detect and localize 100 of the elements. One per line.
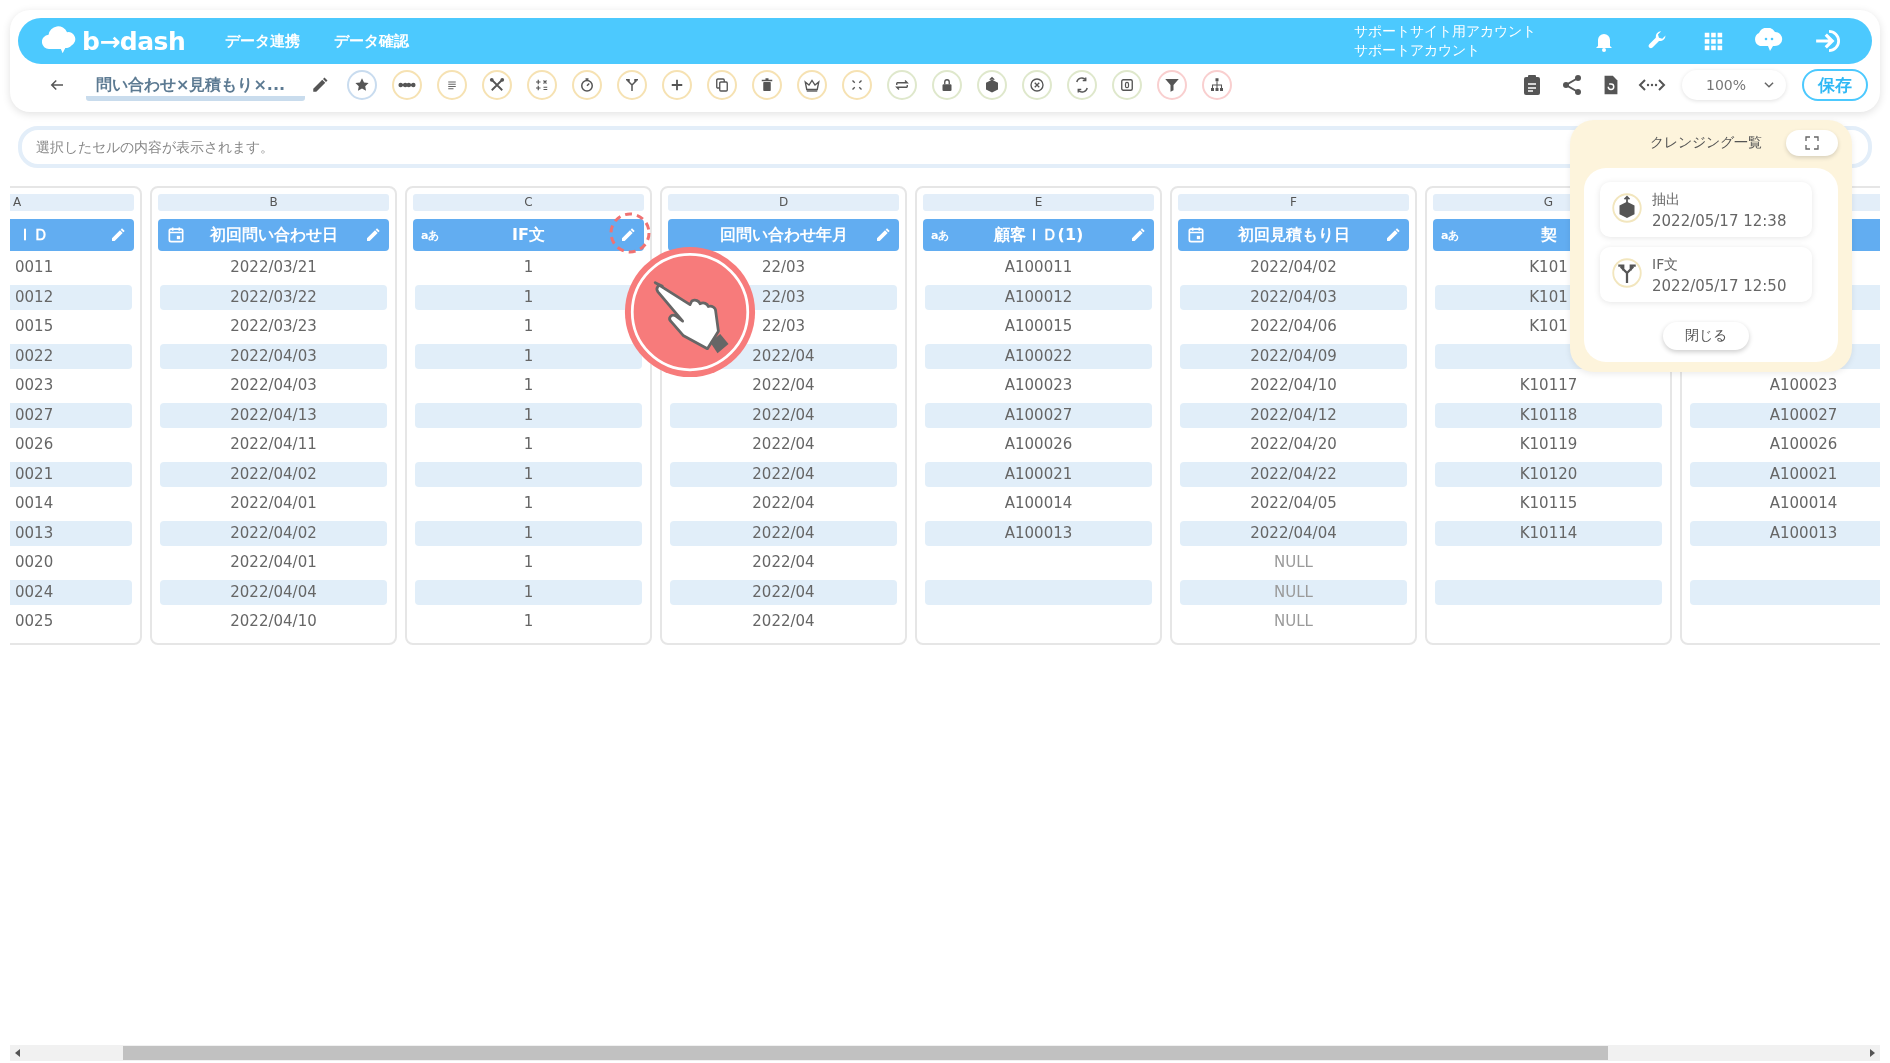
column-letter: D — [668, 194, 899, 211]
column-header[interactable]: ＩＤ — [10, 219, 134, 251]
table-cell: 2022/04/13 — [230, 405, 317, 424]
scroll-left-arrow-icon[interactable] — [15, 1049, 20, 1057]
table-cell: 2022/04/12 — [1250, 405, 1337, 424]
tool-button[interactable] — [707, 70, 738, 100]
table-cell: A100027 — [1769, 405, 1838, 424]
column-name: 回問い合わせ年月 — [718, 224, 849, 246]
table-cell: 1 — [523, 346, 534, 365]
table-cell: 2022/04/06 — [1250, 317, 1337, 335]
tool-button[interactable] — [1157, 70, 1188, 100]
tool-button[interactable] — [662, 70, 693, 100]
column-header[interactable]: aあ IF文 — [413, 219, 644, 251]
tool-button[interactable] — [527, 70, 558, 100]
tool-button[interactable] — [797, 70, 828, 100]
table-cell: 1 — [523, 287, 534, 306]
tool-button[interactable] — [617, 70, 648, 100]
table-cell: K10115 — [1519, 494, 1578, 512]
table-cell: 2022/04 — [752, 464, 815, 483]
table-cell: 0012 — [15, 287, 54, 306]
tool-button[interactable] — [392, 70, 423, 100]
table-cell: 2022/04/03 — [230, 376, 317, 394]
tool-button[interactable] — [1022, 70, 1053, 100]
tool-button[interactable] — [977, 70, 1008, 100]
expand-button[interactable] — [1786, 130, 1838, 156]
table-cell: NULL — [1274, 612, 1313, 630]
table-cell: K101 — [1529, 287, 1568, 306]
table-cell: 1 — [523, 523, 534, 542]
tool-button[interactable] — [932, 70, 963, 100]
table-cell: 2022/04/09 — [1250, 346, 1337, 365]
scroll-right-arrow-icon[interactable] — [1870, 1049, 1875, 1057]
column-header[interactable]: aあ 顧客ＩＤ(1) — [923, 219, 1154, 251]
table-cell: 2022/04/01 — [230, 494, 317, 512]
table-cell: 2022/04/04 — [230, 582, 317, 601]
nav-link[interactable]: データ連携 — [225, 31, 301, 51]
table-cell: 2022/04/11 — [230, 435, 317, 453]
table-cell: 22/03 — [761, 287, 806, 306]
tool-button[interactable] — [1112, 70, 1143, 100]
table-cell: NULL — [1274, 582, 1313, 601]
table-cell: A100014 — [1004, 494, 1073, 512]
text-type-label: aあ — [421, 227, 440, 243]
close-button[interactable]: 閉じる — [1663, 322, 1749, 350]
table-cell: 22/03 — [761, 258, 806, 276]
tools-icon — [488, 76, 507, 94]
scrollbar-thumb[interactable] — [123, 1046, 1608, 1060]
save-button[interactable]: 保存 — [1802, 69, 1868, 101]
tool-button[interactable] — [482, 70, 513, 100]
cleansing-item[interactable]: 抽出 2022/05/17 12:38 — [1600, 182, 1812, 237]
box-icon — [1612, 192, 1642, 223]
tool-button[interactable] — [752, 70, 783, 100]
table-cell: A100014 — [1769, 494, 1838, 512]
flow-title[interactable]: 問い合わせ×見積もり×... — [86, 75, 306, 101]
table-cell: 22/03 — [761, 317, 806, 335]
table-cell: 2022/04/20 — [1250, 435, 1337, 453]
text-type-label: aあ — [1441, 227, 1460, 243]
table-cell: 0020 — [15, 553, 54, 571]
table-cell: 1 — [523, 435, 534, 453]
column-header[interactable]: 初回問い合わせ日 — [158, 219, 389, 251]
logo-text: b→dash — [82, 26, 186, 56]
table-cell: 2022/03/22 — [230, 287, 317, 306]
column-name: 契 — [1539, 224, 1558, 246]
cleansing-name: IF文 — [1652, 254, 1680, 274]
table-cell: A100021 — [1004, 464, 1073, 483]
horizontal-scrollbar[interactable] — [10, 1045, 1880, 1061]
table-cell: A100023 — [1769, 376, 1838, 394]
column-header[interactable]: 回問い合わせ年月 — [668, 219, 899, 251]
table-cell: NULL — [1274, 553, 1313, 571]
table-cell: 0024 — [15, 582, 54, 601]
table-cell: 2022/04 — [752, 346, 815, 365]
tool-button[interactable] — [1202, 70, 1233, 100]
tool-button[interactable] — [887, 70, 918, 100]
table-cell: 2022/04/03 — [230, 346, 317, 365]
cleansing-item[interactable]: IF文 2022/05/17 12:50 — [1600, 247, 1812, 302]
share-icon[interactable] — [1560, 73, 1584, 97]
zoom-select[interactable]: 100% — [1682, 70, 1786, 100]
table-cell: 2022/03/21 — [230, 258, 317, 276]
table-cell: 2022/04/22 — [1250, 464, 1337, 483]
pencil-icon[interactable] — [311, 76, 330, 94]
column-name: ＩＤ — [17, 224, 50, 246]
table-cell: 0021 — [15, 464, 54, 483]
table-cell: 0022 — [15, 346, 54, 365]
table-cell: 2022/04/10 — [1250, 376, 1337, 394]
table-cell: A100021 — [1769, 464, 1838, 483]
column-letter: A — [10, 194, 134, 211]
table-cell: A100027 — [1004, 405, 1073, 424]
tool-button[interactable] — [1067, 70, 1098, 100]
table-cell: 0014 — [15, 494, 54, 512]
table-cell: A100026 — [1769, 435, 1838, 453]
table-cell: 1 — [523, 494, 534, 512]
table-cell: A100013 — [1769, 523, 1838, 542]
tool-button[interactable] — [572, 70, 603, 100]
column-header[interactable]: 初回見積もり日 — [1178, 219, 1409, 251]
tool-button[interactable] — [347, 70, 378, 100]
table-cell: 2022/04 — [752, 435, 815, 453]
table-cell: 2022/04/03 — [1250, 287, 1337, 306]
table-cell: 2022/04 — [752, 494, 815, 512]
account-name: サポートサイト用アカウント — [1354, 22, 1536, 41]
nav-link[interactable]: データ確認 — [334, 31, 410, 51]
table-cell: 2022/04 — [752, 582, 815, 601]
table-cell: 2022/04 — [752, 523, 815, 542]
